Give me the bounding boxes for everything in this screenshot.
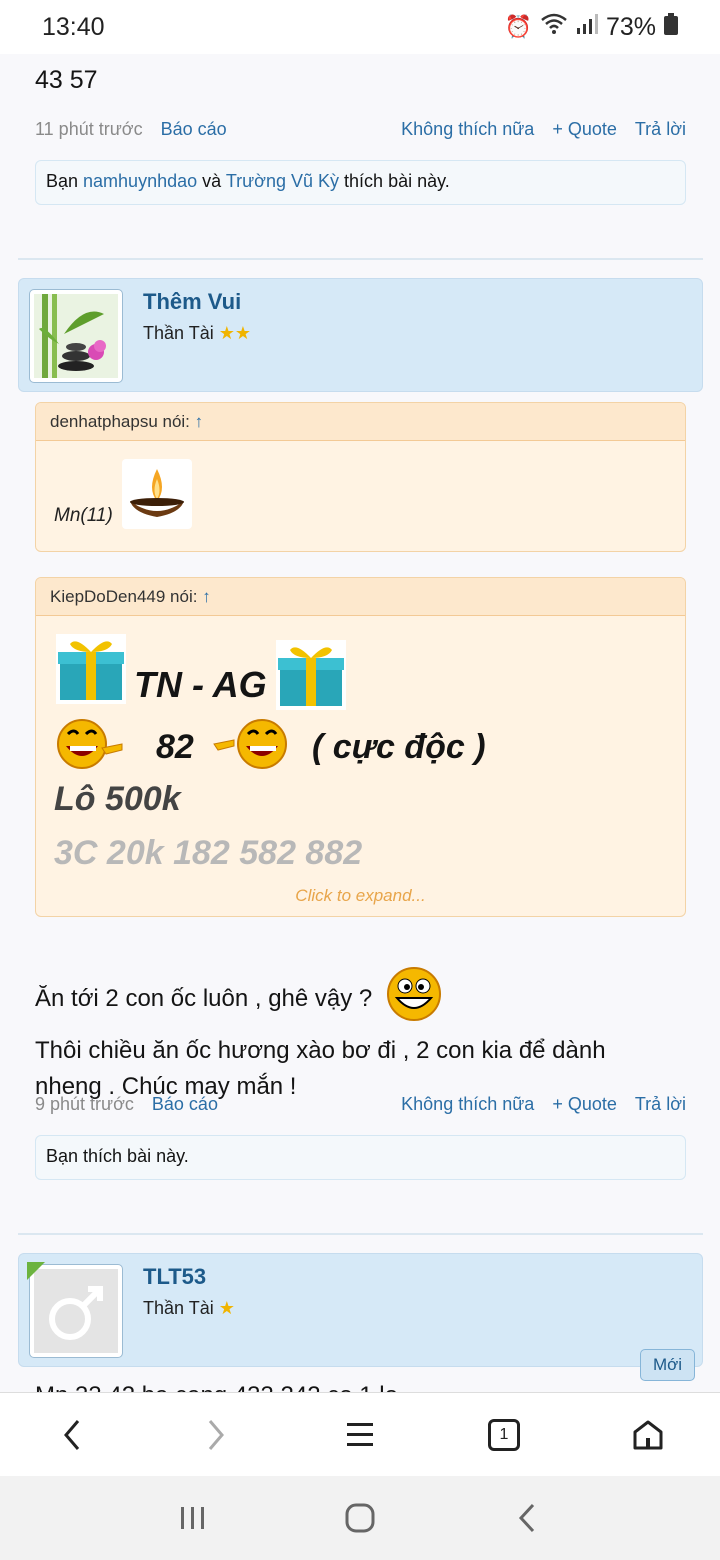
system-home-button[interactable] (330, 1488, 390, 1548)
star-icon: ★ (218, 1298, 235, 1318)
quote-number-text: 82 (156, 728, 194, 766)
expand-quote-link[interactable]: Click to expand... (36, 886, 685, 906)
post-divider (18, 258, 703, 260)
home-circle-icon (345, 1503, 375, 1533)
liker-link[interactable]: namhuynhdao (83, 171, 197, 191)
menu-button[interactable] (330, 1405, 390, 1465)
go-to-quote-arrow-icon[interactable]: ↑ (202, 587, 211, 606)
post-meta: 9 phút trước Báo cáo Không thích nữa + Q… (35, 1094, 686, 1115)
oil-lamp-icon (122, 459, 192, 529)
quote-link[interactable]: + Quote (552, 119, 617, 140)
post-time: 11 phút trước (35, 119, 143, 139)
unlike-link[interactable]: Không thích nữa (401, 119, 534, 140)
user-info-box: Thêm Vui Thần Tài ★★ (18, 278, 703, 392)
avatar[interactable] (29, 289, 123, 383)
home-button[interactable] (618, 1405, 678, 1465)
status-icons: ⏰ 73% (505, 13, 678, 42)
chevron-left-icon (518, 1503, 534, 1533)
chevron-left-icon (64, 1419, 80, 1450)
back-button[interactable] (42, 1405, 102, 1465)
quote-header: denhatphapsu nói: ↑ (36, 403, 685, 441)
quote-note-text: ( cực độc ) (312, 728, 486, 766)
quote-header: KiepDoDen449 nói: ↑ (36, 578, 685, 616)
avatar-image (34, 294, 118, 378)
gift-box-icon (276, 640, 346, 710)
post-divider (18, 1233, 703, 1235)
wifi-icon (540, 13, 568, 41)
battery-percent: 73% (605, 12, 656, 41)
post-time: 9 phút trước (35, 1094, 134, 1114)
battery-icon (664, 13, 678, 41)
alarm-icon: ⏰ (504, 14, 532, 39)
signal-icon (576, 14, 598, 40)
browser-toolbar: 1 (0, 1392, 720, 1476)
system-back-button[interactable] (497, 1488, 557, 1548)
star-icon: ★★ (218, 323, 252, 343)
tabs-icon: 1 (488, 1418, 520, 1451)
new-badge[interactable]: Mới (640, 1349, 695, 1381)
reply-link[interactable]: Trả lời (635, 119, 686, 140)
online-indicator-icon (27, 1262, 45, 1280)
username[interactable]: Thêm Vui (143, 289, 241, 315)
chevron-right-icon (208, 1419, 224, 1450)
quote-block: KiepDoDen449 nói: ↑ TN - AG 82 ( cực độc… (35, 577, 686, 917)
post-body: Ăn tới 2 con ốc luôn , ghê vậy ? Thôi ch… (35, 966, 675, 1105)
post-meta: 11 phút trước Báo cáo Không thích nữa + … (35, 119, 686, 140)
page-content: 43 57 11 phút trước Báo cáo Không thích … (0, 54, 720, 1392)
report-link[interactable]: Báo cáo (161, 119, 227, 140)
quote-text: Mn(11) (54, 505, 113, 526)
liker-link[interactable]: Trường Vũ Kỳ (226, 171, 339, 191)
user-info-box: TLT53 Thần Tài ★ (18, 1253, 703, 1367)
recent-apps-icon (181, 1507, 205, 1529)
unlike-link[interactable]: Không thích nữa (401, 1094, 534, 1115)
gift-box-icon (56, 634, 126, 704)
grinning-smiley-icon (385, 966, 443, 1033)
post-body-preview: Mn 33 42 ba cang 433 242 co 1 lo (35, 1382, 398, 1392)
likes-summary: Bạn thích bài này. (35, 1135, 686, 1180)
status-time: 13:40 (42, 12, 105, 41)
laughing-pointing-smiley-icon (212, 716, 287, 772)
quote-fade-text: 3C 20k 182 582 882 (54, 834, 363, 872)
forward-button[interactable] (186, 1405, 246, 1465)
reply-link[interactable]: Trả lời (635, 1094, 686, 1115)
home-icon (633, 1420, 663, 1449)
post-body: 43 57 (35, 66, 98, 94)
report-link[interactable]: Báo cáo (152, 1094, 218, 1115)
quote-link[interactable]: + Quote (552, 1094, 617, 1115)
user-title: Thần Tài ★ (143, 1298, 235, 1318)
tabs-button[interactable]: 1 (474, 1405, 534, 1465)
quote-bet-text: Lô 500k (54, 780, 181, 818)
go-to-quote-arrow-icon[interactable]: ↑ (195, 412, 204, 431)
username[interactable]: TLT53 (143, 1264, 206, 1290)
laughing-pointing-smiley-icon (56, 716, 124, 772)
status-bar: 13:40 ⏰ 73% (0, 0, 720, 54)
recent-apps-button[interactable] (163, 1488, 223, 1548)
quote-block: denhatphapsu nói: ↑ Mn(11) (35, 402, 686, 552)
quote-heading-text: TN - AG (134, 664, 267, 705)
likes-summary: Bạn namhuynhdao và Trường Vũ Kỳ thích bà… (35, 160, 686, 205)
user-title: Thần Tài ★★ (143, 323, 252, 343)
hamburger-icon (347, 1422, 373, 1446)
default-male-avatar-icon (34, 1269, 118, 1353)
system-navigation-bar (0, 1476, 720, 1560)
